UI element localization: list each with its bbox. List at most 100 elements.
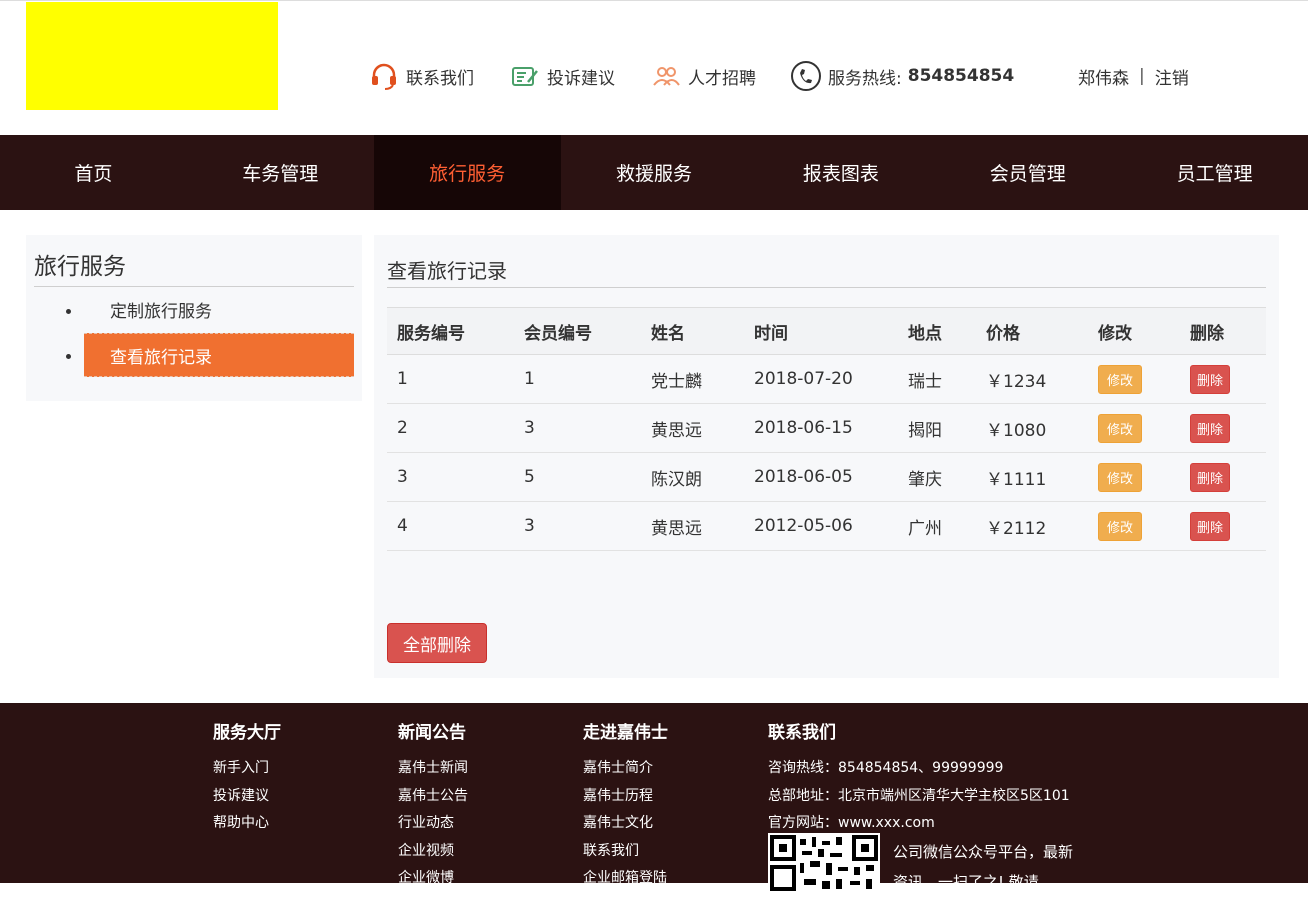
phone-icon: [790, 60, 822, 92]
recruitment-label: 人才招聘: [688, 68, 756, 89]
col-header-edit: 修改: [1088, 307, 1180, 355]
footer-link[interactable]: 嘉伟士简介: [583, 755, 668, 783]
footer-link[interactable]: 企业邮箱登陆: [583, 865, 668, 893]
cell-delete: 删除: [1180, 354, 1266, 404]
cell-member-id: 1: [514, 354, 641, 404]
table-row: 4 3 黄思远 2012-05-06 广州 ￥2112 修改 删除: [387, 501, 1266, 551]
footer-link[interactable]: 帮助中心: [213, 810, 281, 838]
footer-link[interactable]: 嘉伟士历程: [583, 783, 668, 811]
user-area: 郑伟森 | 注销: [1078, 58, 1189, 94]
col-header-date: 时间: [744, 307, 898, 355]
nav-item-rescue[interactable]: 救援服务: [561, 135, 748, 210]
cell-service-id: 4: [387, 501, 514, 551]
table-row: 2 3 黄思远 2018-06-15 揭阳 ￥1080 修改 删除: [387, 403, 1266, 453]
delete-button[interactable]: 删除: [1190, 511, 1231, 541]
cell-delete: 删除: [1180, 501, 1266, 551]
cell-price: ￥2112: [976, 501, 1088, 551]
footer-link[interactable]: 企业视频: [398, 838, 468, 866]
sidebar-item-custom-travel[interactable]: 定制旅行服务: [84, 287, 354, 331]
sidebar-item-view-records[interactable]: 查看旅行记录: [84, 333, 354, 377]
cell-place: 肇庆: [898, 452, 976, 502]
user-name[interactable]: 郑伟森: [1078, 64, 1129, 89]
qr-description: 公司微信公众号平台，最新资讯，一扫了之! 敬请: [893, 843, 1074, 891]
nav-item-travel[interactable]: 旅行服务: [373, 135, 561, 210]
footer-column-contact: 联系我们 咨询热线：854854854、99999999 总部地址：北京市端州区…: [768, 721, 1070, 838]
cell-service-id: 2: [387, 403, 514, 453]
cell-name: 黄思远: [641, 403, 744, 453]
recruitment-link[interactable]: 人才招聘: [650, 58, 756, 94]
edit-button[interactable]: 修改: [1098, 511, 1143, 541]
footer-contact-line: 咨询热线：854854854、99999999: [768, 760, 1004, 776]
contact-us-link[interactable]: 联系我们: [368, 58, 474, 94]
footer-column-title: 走进嘉伟士: [583, 723, 668, 743]
main-nav: 首页 车务管理 旅行服务 救援服务 报表图表 会员管理 员工管理: [0, 135, 1308, 210]
footer-column-title: 新闻公告: [398, 723, 466, 743]
cell-date: 2018-06-15: [744, 403, 898, 453]
delete-button[interactable]: 删除: [1190, 364, 1231, 394]
travel-records-table: 服务编号 会员编号 姓名 时间 地点 价格 修改 删除 1 1 党士麟 2018…: [387, 307, 1266, 551]
footer-column-about: 走进嘉伟士 嘉伟士简介 嘉伟士历程 嘉伟士文化 联系我们 企业邮箱登陆: [583, 721, 668, 893]
hotline-label: 服务热线:: [828, 68, 902, 89]
nav-item-home[interactable]: 首页: [0, 135, 187, 210]
cell-edit: 修改: [1088, 354, 1180, 404]
cell-delete: 删除: [1180, 452, 1266, 502]
edit-button[interactable]: 修改: [1098, 413, 1143, 443]
footer-link[interactable]: 行业动态: [398, 810, 468, 838]
nav-item-members[interactable]: 会员管理: [934, 135, 1121, 210]
delete-button[interactable]: 删除: [1190, 413, 1231, 443]
cell-name: 陈汉朗: [641, 452, 744, 502]
footer-column-title: 服务大厅: [213, 723, 281, 743]
cell-edit: 修改: [1088, 501, 1180, 551]
footer-contact-line: 总部地址：北京市端州区清华大学主校区5区101: [768, 787, 1070, 804]
feedback-label: 投诉建议: [547, 68, 615, 89]
cell-member-id: 3: [514, 501, 641, 551]
user-separator: |: [1139, 66, 1145, 86]
footer-link[interactable]: 企业微博: [398, 865, 468, 893]
hotline-number: 854854854: [907, 66, 1015, 86]
footer: 服务大厅 新手入门 投诉建议 帮助中心 新闻公告 嘉伟士新闻 嘉伟士公告 行业动…: [0, 703, 1308, 893]
col-header-member-id: 会员编号: [514, 307, 641, 355]
col-header-name: 姓名: [641, 307, 744, 355]
page-title: 查看旅行记录: [387, 259, 507, 283]
col-header-price: 价格: [976, 307, 1088, 355]
cell-price: ￥1234: [976, 354, 1088, 404]
edit-button[interactable]: 修改: [1098, 462, 1143, 492]
headset-icon: [368, 60, 400, 92]
list-bullet: [66, 354, 71, 359]
feedback-icon: [509, 60, 541, 92]
top-border: [0, 0, 1308, 1]
sidebar-title: 旅行服务: [34, 254, 126, 280]
logout-link[interactable]: 注销: [1155, 64, 1189, 89]
delete-button[interactable]: 删除: [1190, 462, 1231, 492]
cell-service-id: 1: [387, 354, 514, 404]
logo[interactable]: [26, 2, 278, 110]
cell-delete: 删除: [1180, 403, 1266, 453]
footer-link[interactable]: 新手入门: [213, 755, 281, 783]
delete-all-button[interactable]: 全部删除: [387, 623, 487, 663]
footer-column-news: 新闻公告 嘉伟士新闻 嘉伟士公告 行业动态 企业视频 企业微博: [398, 721, 468, 893]
nav-item-reports[interactable]: 报表图表: [747, 135, 934, 210]
footer-link[interactable]: 投诉建议: [213, 783, 281, 811]
table-row: 1 1 党士麟 2018-07-20 瑞士 ￥1234 修改 删除: [387, 354, 1266, 404]
cell-member-id: 3: [514, 403, 641, 453]
footer-link[interactable]: 联系我们: [583, 838, 668, 866]
title-divider: [387, 287, 1266, 288]
footer-column-service: 服务大厅 新手入门 投诉建议 帮助中心: [213, 721, 281, 838]
footer-link[interactable]: 嘉伟士文化: [583, 810, 668, 838]
sidebar: 旅行服务 定制旅行服务 查看旅行记录: [26, 235, 362, 401]
cell-date: 2012-05-06: [744, 501, 898, 551]
table-row: 3 5 陈汉朗 2018-06-05 肇庆 ￥1111 修改 删除: [387, 452, 1266, 502]
nav-item-staff[interactable]: 员工管理: [1121, 135, 1308, 210]
cell-place: 广州: [898, 501, 976, 551]
edit-button[interactable]: 修改: [1098, 364, 1143, 394]
nav-item-vehicle[interactable]: 车务管理: [187, 135, 374, 210]
col-header-delete: 删除: [1180, 307, 1266, 355]
feedback-link[interactable]: 投诉建议: [509, 58, 615, 94]
footer-link[interactable]: 嘉伟士公告: [398, 783, 468, 811]
cell-edit: 修改: [1088, 403, 1180, 453]
cell-date: 2018-06-05: [744, 452, 898, 502]
footer-link[interactable]: 嘉伟士新闻: [398, 755, 468, 783]
table-header-row: 服务编号 会员编号 姓名 时间 地点 价格 修改 删除: [387, 307, 1266, 355]
qr-code-image: [768, 833, 880, 893]
cell-price: ￥1111: [976, 452, 1088, 502]
